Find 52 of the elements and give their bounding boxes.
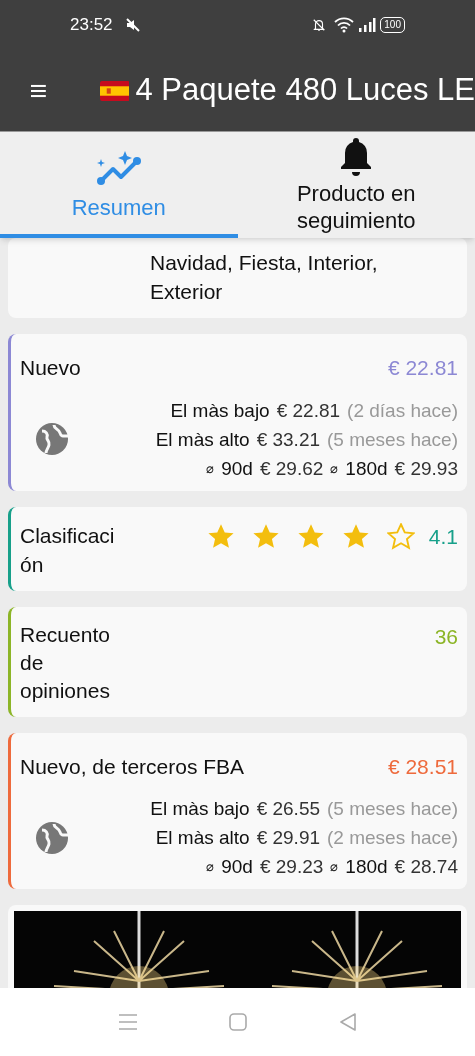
- app-title: 4 Paquete 480 Luces LE: [135, 71, 475, 110]
- stat-price: € 22.81: [276, 398, 341, 423]
- average-price: € 28.74: [394, 855, 458, 879]
- signal-icon: [358, 18, 377, 32]
- count-value: 36: [434, 623, 458, 650]
- status-time: 23:52: [70, 14, 113, 37]
- average-price: € 29.62: [259, 456, 324, 481]
- stat-time: (5 meses hace): [327, 797, 458, 821]
- star-filled-icon: [206, 522, 235, 550]
- description-text: Navidad, Fiesta, Interior, Exterior: [150, 250, 379, 305]
- battery-indicator: 100: [380, 17, 405, 33]
- average-price: € 29.23: [259, 855, 324, 879]
- globe-icon: [34, 421, 70, 457]
- price-value: € 28.51: [387, 753, 458, 780]
- star-filled-icon: [296, 522, 325, 550]
- stat-label: El màs bajo: [170, 398, 270, 423]
- bell-off-icon: [312, 18, 327, 32]
- star-outline-icon: [386, 522, 415, 550]
- rating-value: 4.1: [428, 523, 458, 550]
- star-filled-icon: [251, 522, 280, 550]
- average-period: 90d: [221, 456, 253, 481]
- average-symbol: ⌀: [206, 459, 215, 478]
- average-period: 180d: [345, 855, 388, 879]
- count-label: Recuento de opiniones: [20, 621, 111, 704]
- mute-icon: [124, 17, 141, 33]
- stat-price: € 29.91: [256, 826, 321, 850]
- stat-label: El màs alto: [155, 826, 250, 850]
- average-symbol: ⌀: [330, 858, 339, 876]
- price-label: Nuevo: [20, 355, 81, 381]
- stat-label: El màs alto: [155, 427, 250, 452]
- globe-icon: [34, 819, 70, 856]
- stat-price: € 33.21: [256, 427, 321, 452]
- menu-nav-icon[interactable]: [117, 1014, 138, 1030]
- star-filled-icon: [341, 522, 370, 550]
- stat-price: € 26.55: [256, 797, 321, 821]
- home-nav-icon[interactable]: [227, 1012, 248, 1032]
- stat-time: (5 meses hace): [327, 427, 458, 452]
- average-period: 180d: [345, 456, 388, 481]
- tab[interactable]: Producto en seguimiento: [237, 132, 475, 238]
- rating-label: Clasificación: [20, 522, 116, 578]
- sparkle-chart-icon: [94, 150, 143, 187]
- stat-label: El màs bajo: [150, 797, 250, 821]
- back-nav-icon[interactable]: [337, 1012, 358, 1032]
- average-symbol: ⌀: [206, 858, 215, 876]
- stat-time: (2 días hace): [347, 398, 458, 423]
- price-value: € 22.81: [387, 355, 458, 381]
- price-label: Nuevo, de terceros FBA: [20, 753, 245, 780]
- wifi-icon: [334, 17, 355, 33]
- average-symbol: ⌀: [330, 459, 339, 478]
- average-period: 90d: [221, 855, 253, 879]
- stat-time: (2 meses hace): [327, 826, 458, 850]
- average-price: € 29.93: [394, 456, 458, 481]
